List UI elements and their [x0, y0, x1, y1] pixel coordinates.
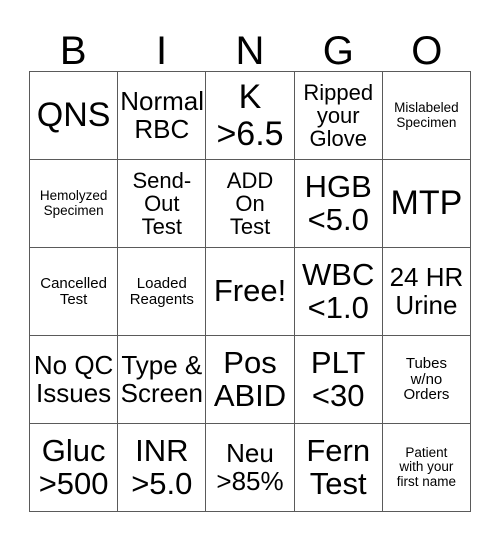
- bingo-cell-n4[interactable]: Pos ABID: [206, 336, 295, 424]
- bingo-cell-o2[interactable]: MTP: [382, 160, 472, 248]
- bingo-header-row: B I N G O: [29, 20, 471, 71]
- header-letter-text: G: [322, 28, 354, 73]
- bingo-cell-label: Gluc >500: [38, 432, 109, 501]
- bingo-cell-g2[interactable]: HGB <5.0: [294, 160, 383, 248]
- header-letter-text: I: [156, 28, 168, 73]
- bingo-row: Cancelled Test Loaded Reagents Free! WBC…: [30, 248, 472, 336]
- bingo-header-letter-n: N: [206, 20, 294, 71]
- bingo-cell-label: INR >5.0: [131, 432, 193, 501]
- bingo-cell-label: Cancelled Test: [40, 274, 107, 308]
- bingo-cell-label: K >6.5: [216, 78, 284, 153]
- bingo-cell-i2[interactable]: Send- Out Test: [118, 160, 207, 248]
- bingo-cell-label: Fern Test: [306, 432, 371, 501]
- bingo-cell-free-space[interactable]: Free!: [206, 248, 295, 336]
- bingo-row: QNS Normal RBC K >6.5 Ripped your Glove …: [30, 72, 472, 160]
- bingo-cell-label: Mislabeled Specimen: [394, 100, 459, 130]
- bingo-row: No QC Issues Type & Screen Pos ABID PLT …: [30, 336, 472, 424]
- bingo-cell-label: PLT <30: [310, 344, 366, 413]
- bingo-cell-label: Ripped your Glove: [303, 79, 374, 152]
- header-letter-text: B: [59, 28, 87, 73]
- bingo-cell-label: Normal RBC: [120, 85, 204, 144]
- bingo-cell-i4[interactable]: Type & Screen: [118, 336, 207, 424]
- bingo-cell-label: Loaded Reagents: [129, 274, 194, 308]
- bingo-cell-b5[interactable]: Gluc >500: [30, 424, 119, 512]
- bingo-cell-label: Tubes w/no Orders: [403, 354, 450, 404]
- bingo-cell-label: MTP: [390, 184, 463, 223]
- bingo-cell-label: Patient with your first name: [396, 445, 457, 489]
- bingo-cell-label: HGB <5.0: [304, 168, 372, 237]
- bingo-cell-b2[interactable]: Hemolyzed Specimen: [30, 160, 119, 248]
- bingo-cell-label: Pos ABID: [213, 344, 287, 413]
- header-letter-text: N: [235, 28, 265, 73]
- bingo-cell-i3[interactable]: Loaded Reagents: [118, 248, 207, 336]
- bingo-cell-g4[interactable]: PLT <30: [294, 336, 383, 424]
- bingo-cell-label: QNS: [36, 96, 111, 135]
- bingo-cell-o3[interactable]: 24 HR Urine: [382, 248, 472, 336]
- bingo-header-letter-i: I: [117, 20, 205, 71]
- bingo-row: Hemolyzed Specimen Send- Out Test ADD On…: [30, 160, 472, 248]
- bingo-cell-label: Type & Screen: [120, 349, 203, 408]
- bingo-cell-o4[interactable]: Tubes w/no Orders: [382, 336, 472, 424]
- bingo-cell-n5[interactable]: Neu >85%: [206, 424, 295, 512]
- bingo-cell-label: ADD On Test: [226, 167, 274, 240]
- bingo-cell-label: 24 HR Urine: [389, 261, 464, 320]
- bingo-header-letter-g: G: [294, 20, 382, 71]
- bingo-cell-b4[interactable]: No QC Issues: [30, 336, 119, 424]
- bingo-cell-label: Free!: [213, 273, 287, 309]
- header-letter-text: O: [411, 28, 443, 73]
- bingo-cell-g3[interactable]: WBC <1.0: [294, 248, 383, 336]
- bingo-grid: QNS Normal RBC K >6.5 Ripped your Glove …: [29, 71, 472, 512]
- bingo-header-letter-o: O: [383, 20, 471, 71]
- bingo-row: Gluc >500 INR >5.0 Neu >85% Fern Test Pa…: [30, 424, 472, 512]
- bingo-cell-g1[interactable]: Ripped your Glove: [294, 72, 383, 160]
- bingo-card: B I N G O QNS Normal RBC K >6.5 Ripped y…: [29, 20, 472, 512]
- bingo-cell-label: Hemolyzed Specimen: [39, 188, 108, 218]
- bingo-cell-b3[interactable]: Cancelled Test: [30, 248, 119, 336]
- bingo-header-letter-b: B: [29, 20, 117, 71]
- bingo-cell-label: WBC <1.0: [302, 256, 375, 325]
- bingo-cell-b1[interactable]: QNS: [30, 72, 119, 160]
- bingo-cell-i1[interactable]: Normal RBC: [118, 72, 207, 160]
- bingo-cell-o1[interactable]: Mislabeled Specimen: [382, 72, 472, 160]
- bingo-cell-label: Send- Out Test: [132, 167, 192, 240]
- bingo-cell-i5[interactable]: INR >5.0: [118, 424, 207, 512]
- bingo-cell-label: No QC Issues: [33, 349, 114, 408]
- bingo-cell-n1[interactable]: K >6.5: [206, 72, 295, 160]
- bingo-cell-o5[interactable]: Patient with your first name: [382, 424, 472, 512]
- bingo-cell-label: Neu >85%: [216, 437, 284, 496]
- bingo-cell-n2[interactable]: ADD On Test: [206, 160, 295, 248]
- bingo-cell-g5[interactable]: Fern Test: [294, 424, 383, 512]
